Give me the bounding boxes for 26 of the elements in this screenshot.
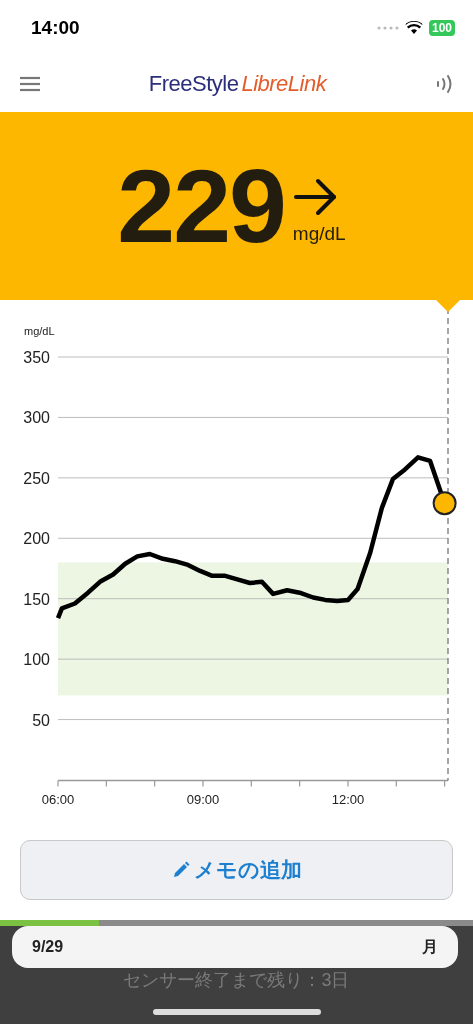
y-tick-label: 100 (23, 651, 50, 669)
x-tick-label: 12:00 (331, 791, 365, 807)
weekday-text: 月 (422, 936, 438, 957)
wifi-icon (404, 20, 423, 35)
y-tick-label: 250 (23, 469, 50, 487)
glucose-value: 229 (117, 146, 285, 266)
status-time: 14:00 (31, 16, 80, 39)
y-tick-label: 150 (23, 590, 50, 608)
sensor-remaining-text: センサー終了まで残り：3日 (123, 969, 350, 992)
pencil-icon (171, 861, 190, 879)
battery-icon: 100 (428, 19, 455, 36)
logo-text: FreeStyle (148, 70, 239, 97)
menu-icon[interactable] (20, 75, 40, 92)
add-note-button[interactable]: メモの追加 (20, 840, 453, 900)
signal-icon (376, 25, 399, 30)
date-text: 9/29 (32, 938, 64, 956)
axis-unit: mg/dL (24, 325, 55, 337)
x-tick-label: 06:00 (41, 791, 75, 807)
y-tick-label: 350 (23, 349, 50, 366)
y-tick-label: 200 (23, 530, 50, 548)
logo-text: LibreLink (241, 70, 327, 97)
current-reading-dot (432, 491, 457, 516)
x-tick-label: 09:00 (186, 791, 220, 807)
glucose-unit: mg/dL (292, 223, 346, 245)
y-tick-label: 300 (23, 409, 50, 427)
y-tick-label: 50 (32, 711, 50, 729)
